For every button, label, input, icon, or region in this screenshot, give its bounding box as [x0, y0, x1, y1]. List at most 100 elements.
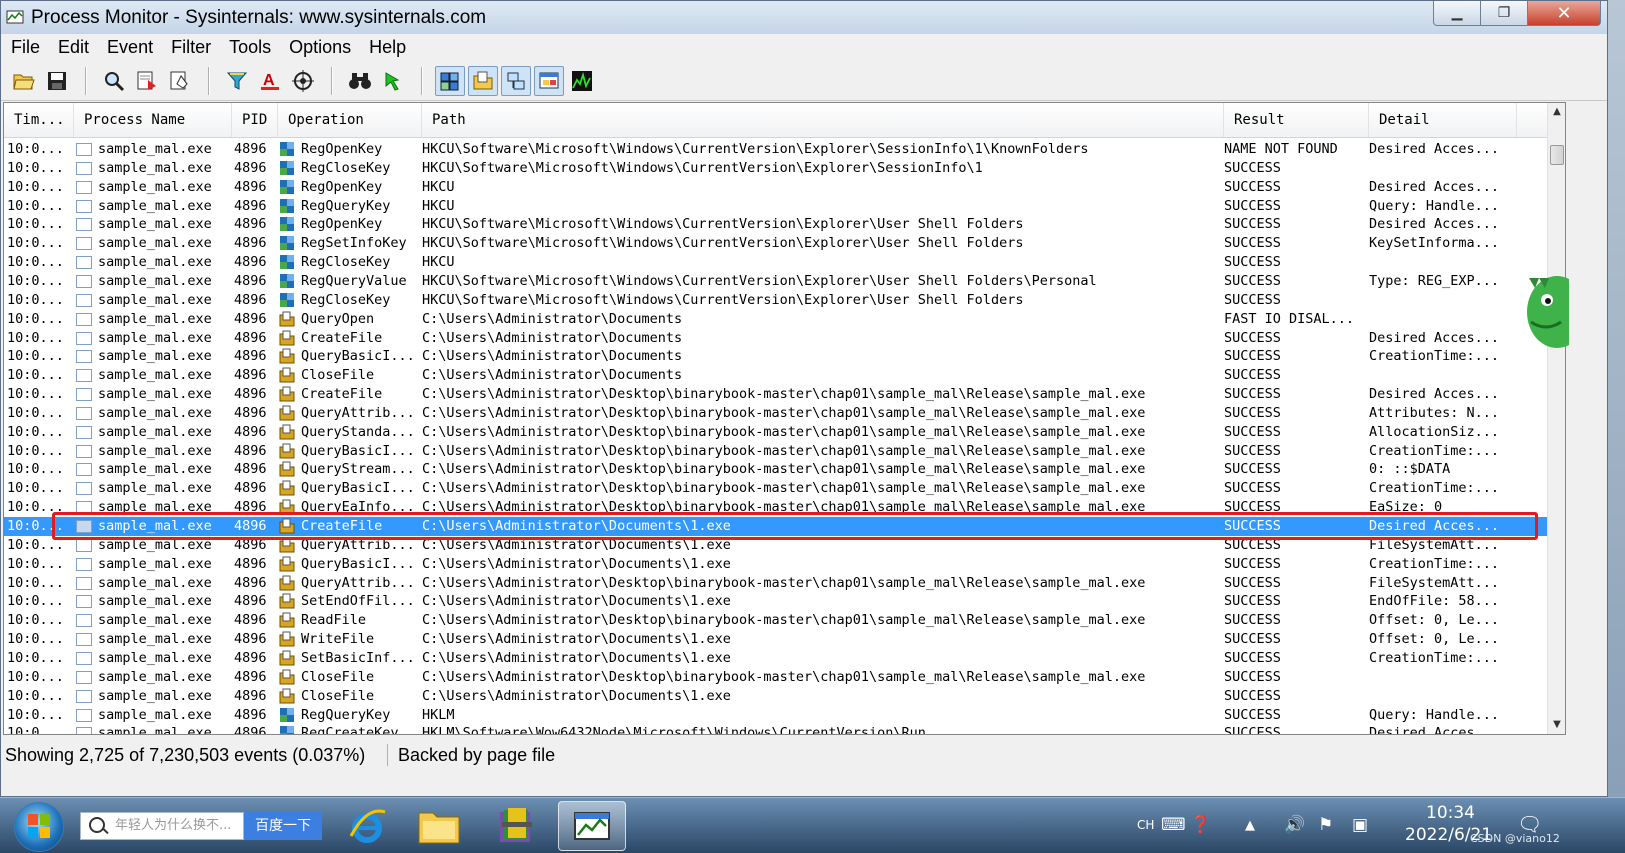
target-icon[interactable]	[288, 66, 318, 96]
filter-icon[interactable]	[222, 66, 252, 96]
capture-icon[interactable]	[132, 66, 162, 96]
cell-pid: 4896	[234, 706, 267, 723]
find-icon[interactable]	[99, 66, 129, 96]
open-icon[interactable]	[9, 66, 39, 96]
table-row[interactable]: 10:0... sample_mal.exe 4896 CloseFile C:\Use…	[4, 687, 1547, 706]
table-row[interactable]: 10:0... sample_mal.exe 4896 QueryStanda... C…	[4, 423, 1547, 442]
cell-process-name: sample_mal.exe	[98, 687, 212, 704]
cell-time: 10:0...	[7, 668, 64, 685]
table-row[interactable]: 10:0... sample_mal.exe 4896 CloseFile C:\Use…	[4, 668, 1547, 687]
show-profiling-icon[interactable]	[567, 66, 597, 96]
table-row[interactable]: 10:0... sample_mal.exe 4896 RegCreateKey HKL…	[4, 724, 1547, 735]
cell-detail: Desired Acces...	[1369, 725, 1500, 735]
file-explorer-icon[interactable]	[405, 801, 473, 851]
column-process-name[interactable]: Process Name	[74, 103, 232, 137]
cell-pid: 4896	[234, 461, 267, 478]
table-row[interactable]: 10:0... sample_mal.exe 4896 RegCloseKey HKCU…	[4, 159, 1547, 178]
table-row[interactable]: 10:0... sample_mal.exe 4896 RegSetInfoKey HK…	[4, 234, 1547, 253]
menu-event[interactable]: Event	[99, 37, 161, 58]
process-icon	[76, 689, 92, 703]
column-detail[interactable]: Detail	[1369, 103, 1517, 137]
cell-pid: 4896	[234, 329, 267, 346]
minimize-button[interactable]: ▁	[1433, 1, 1481, 26]
menu-help[interactable]: Help	[361, 37, 414, 58]
column-time[interactable]: Tim...	[4, 103, 74, 137]
cell-detail: Desired Acces...	[1369, 329, 1500, 346]
cell-path: HKLM\Software\Wow6432Node\Microsoft\Wind…	[422, 725, 926, 735]
highlight-icon[interactable]: A	[255, 66, 285, 96]
show-registry-icon[interactable]	[435, 66, 465, 96]
cell-result: SUCCESS	[1224, 386, 1281, 403]
table-row[interactable]: 10:0... sample_mal.exe 4896 CreateFile C:\Us…	[4, 385, 1547, 404]
cell-time: 10:0...	[7, 725, 64, 735]
table-row[interactable]: 10:0... sample_mal.exe 4896 CreateFile C:\Us…	[4, 329, 1547, 348]
table-row[interactable]: 10:0... sample_mal.exe 4896 SetEndOfFil... C…	[4, 592, 1547, 611]
table-row[interactable]: 10:0... sample_mal.exe 4896 QueryStream... C…	[4, 460, 1547, 479]
table-row[interactable]: 10:0... sample_mal.exe 4896 ReadFile C:\User…	[4, 611, 1547, 630]
autoscroll-icon[interactable]	[165, 66, 195, 96]
maximize-button[interactable]: ❐	[1481, 1, 1528, 26]
table-row[interactable]: 10:0... sample_mal.exe 4896 QueryBasicI... C…	[4, 442, 1547, 461]
table-row[interactable]: 10:0... sample_mal.exe 4896 SetBasicInf... C…	[4, 649, 1547, 668]
cell-path: HKCU\Software\Microsoft\Windows\CurrentV…	[422, 216, 1024, 233]
cell-path: C:\Users\Administrator\Desktop\binaryboo…	[422, 668, 1146, 685]
show-process-icon[interactable]	[534, 66, 564, 96]
action-center-flag-icon[interactable]: ⚑	[1318, 815, 1333, 835]
table-row[interactable]: 10:0... sample_mal.exe 4896 QueryBasicI... C…	[4, 479, 1547, 498]
table-row[interactable]: 10:0... sample_mal.exe 4896 QueryAttrib... C…	[4, 574, 1547, 593]
keyboard-icon[interactable]: ⌨	[1161, 815, 1186, 835]
tray-expand-icon[interactable]: ▲	[1245, 818, 1255, 833]
table-row[interactable]: 10:0... sample_mal.exe 4896 QueryAttrib... C…	[4, 404, 1547, 423]
title-bar[interactable]: Process Monitor - Sysinternals: www.sysi…	[1, 1, 1607, 34]
show-file-icon[interactable]	[468, 66, 498, 96]
baidu-search-button[interactable]: 百度一下	[244, 812, 322, 840]
table-row[interactable]: 10:0... sample_mal.exe 4896 QueryBasicI... C…	[4, 347, 1547, 366]
table-row[interactable]: 10:0... sample_mal.exe 4896 RegCloseKey HKCU…	[4, 291, 1547, 310]
table-row[interactable]: 10:0... sample_mal.exe 4896 RegOpenKey HKCU S…	[4, 178, 1547, 197]
table-row[interactable]: 10:0... sample_mal.exe 4896 RegQueryKey HKLM…	[4, 706, 1547, 725]
table-row[interactable]: 10:0... sample_mal.exe 4896 RegCloseKey HKCU…	[4, 253, 1547, 272]
help-icon[interactable]: ❓	[1190, 815, 1211, 835]
show-network-icon[interactable]	[501, 66, 531, 96]
winrar-icon[interactable]	[482, 801, 550, 851]
internet-explorer-icon[interactable]	[333, 801, 401, 851]
volume-icon[interactable]: 🔊	[1284, 815, 1305, 835]
cell-result: SUCCESS	[1224, 668, 1281, 685]
process-monitor-taskbar-icon[interactable]	[558, 801, 626, 851]
clock-time[interactable]: 10:34	[1426, 803, 1475, 823]
close-button[interactable]: ✕	[1528, 1, 1601, 26]
menu-file[interactable]: File	[3, 37, 48, 58]
binoculars-icon[interactable]	[345, 66, 375, 96]
menu-edit[interactable]: Edit	[50, 37, 97, 58]
table-row[interactable]: 10:0... sample_mal.exe 4896 RegQueryKey HKCU…	[4, 197, 1547, 216]
menu-tools[interactable]: Tools	[221, 37, 279, 58]
column-operation[interactable]: Operation	[278, 103, 422, 137]
start-button[interactable]	[14, 802, 64, 852]
network-icon[interactable]: ▣	[1352, 815, 1368, 835]
language-indicator[interactable]: CH	[1137, 818, 1154, 832]
jump-to-icon[interactable]	[378, 66, 408, 96]
process-icon	[76, 463, 92, 477]
show-desktop-icon[interactable]: 🗨	[1517, 812, 1542, 836]
column-result[interactable]: Result	[1224, 103, 1369, 137]
menu-options[interactable]: Options	[281, 37, 359, 58]
table-row[interactable]: 10:0... sample_mal.exe 4896 RegOpenKey HKCU\…	[4, 215, 1547, 234]
cell-path: C:\Users\Administrator\Documents\1.exe	[422, 555, 731, 572]
menu-filter[interactable]: Filter	[163, 37, 219, 58]
table-row[interactable]: 10:0... sample_mal.exe 4896 CloseFile C:\Use…	[4, 366, 1547, 385]
table-row[interactable]: 10:0... sample_mal.exe 4896 QueryOpen C:\Use…	[4, 310, 1547, 329]
cell-path: HKCU\Software\Microsoft\Windows\CurrentV…	[422, 291, 1024, 308]
vertical-scrollbar[interactable]: ▲ ▼	[1547, 103, 1565, 734]
column-pid[interactable]: PID	[232, 103, 278, 137]
event-list[interactable]: Tim... Process Name PID Operation Path R…	[3, 102, 1566, 735]
table-row[interactable]: 10:0... sample_mal.exe 4896 QueryBasicI... C…	[4, 555, 1547, 574]
scroll-thumb[interactable]	[1550, 145, 1564, 165]
table-row[interactable]: 10:0... sample_mal.exe 4896 RegQueryValue HK…	[4, 272, 1547, 291]
scroll-up-icon[interactable]: ▲	[1548, 103, 1565, 121]
table-row[interactable]: 10:0... sample_mal.exe 4896 WriteFile C:\Use…	[4, 630, 1547, 649]
scroll-down-icon[interactable]: ▼	[1548, 716, 1565, 734]
save-icon[interactable]	[42, 66, 72, 96]
table-row[interactable]: 10:0... sample_mal.exe 4896 RegOpenKey HKCU\…	[4, 140, 1547, 159]
baidu-search-input[interactable]: 年轻人为什么换不...	[80, 812, 244, 840]
column-path[interactable]: Path	[422, 103, 1224, 137]
